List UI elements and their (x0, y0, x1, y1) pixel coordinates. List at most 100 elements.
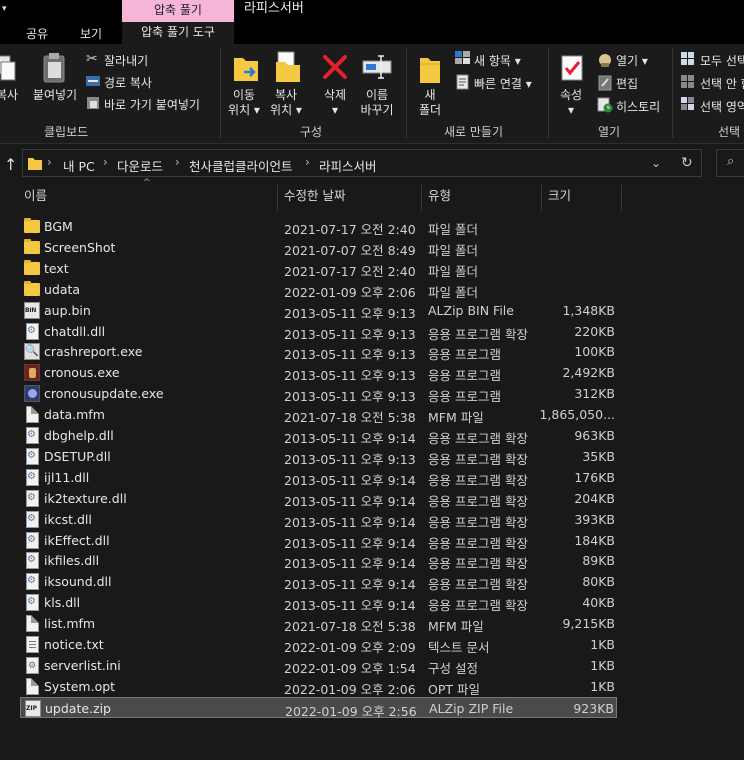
group-divider (672, 48, 673, 138)
file-type: 응용 프로그램 확장 (428, 451, 528, 467)
file-type: ALZip ZIP File (429, 700, 514, 716)
column-divider[interactable] (621, 185, 622, 211)
file-row[interactable]: ijl11.dll 2013-05-11 오후 9:14 응용 프로그램 확장 176… (20, 467, 617, 488)
paste-icon (43, 53, 65, 83)
folder-icon (24, 218, 40, 233)
tab-extract-tools[interactable]: 압축 풀기 도구 (122, 22, 234, 44)
breadcrumb-this-pc[interactable]: 내 PC (63, 156, 95, 175)
file-row[interactable]: dbghelp.dll 2013-05-11 오후 9:14 응용 프로그램 확장 9… (20, 425, 617, 446)
file-row[interactable]: list.mfm 2021-07-18 오전 5:38 MFM 파일 9,215KB (20, 613, 617, 634)
file-row[interactable]: kls.dll 2013-05-11 오후 9:14 응용 프로그램 확장 40KB (20, 592, 617, 613)
file-date: 2022-01-09 오후 1:54 (284, 660, 416, 676)
zip-file-icon (25, 699, 41, 717)
column-header-size[interactable]: 크기 (548, 185, 571, 209)
quick-access-caret[interactable]: ▾ (2, 4, 7, 14)
file-name: update.zip (45, 700, 111, 716)
column-divider[interactable] (421, 185, 422, 211)
rename-icon (362, 55, 392, 79)
file-row[interactable]: update.zip 2022-01-09 오후 2:56 ALZip ZIP Fi… (20, 696, 617, 719)
file-name: dbghelp.dll (44, 428, 114, 443)
file-type: 구성 설정 (428, 660, 478, 676)
tab-view[interactable]: 보기 (80, 25, 102, 42)
file-row[interactable]: System.opt 2022-01-09 오후 2:06 OPT 파일 1KB (20, 676, 617, 697)
file-date: 2013-05-11 오후 9:13 (284, 368, 416, 384)
file-row[interactable]: notice.txt 2022-01-09 오후 2:09 텍스트 문서 1KB (20, 634, 617, 655)
file-row[interactable]: ikEffect.dll 2013-05-11 오후 9:14 응용 프로그램 확장… (20, 530, 617, 551)
file-size: 100KB (574, 344, 615, 360)
new-item-label: 새 항목 ▾ (474, 54, 521, 68)
file-date: 2013-05-11 오후 9:13 (284, 347, 416, 363)
file-size: 220KB (574, 323, 615, 339)
folder-icon (28, 158, 42, 170)
tab-share[interactable]: 공유 (26, 25, 48, 42)
file-type: 텍스트 문서 (428, 640, 490, 655)
file-size: 89KB (582, 553, 615, 569)
file-icon (26, 677, 39, 695)
file-date: 2013-05-11 오후 9:14 (284, 535, 416, 551)
properties-label: 속성 ▾ (559, 88, 583, 117)
select-group-label: 선택 (718, 125, 741, 139)
file-type: OPT 파일 (428, 681, 480, 697)
file-size: 312KB (574, 386, 615, 402)
bin-file-icon (24, 301, 40, 319)
breadcrumb-separator: › (175, 155, 180, 169)
open-group-label: 열기 (598, 125, 621, 139)
search-input[interactable]: ⌕ (716, 149, 744, 177)
file-row[interactable]: ikfiles.dll 2013-05-11 오후 9:14 응용 프로그램 확장 8… (20, 550, 617, 571)
text-file-icon (26, 636, 39, 653)
file-size: 40KB (582, 595, 615, 611)
properties-icon (561, 55, 583, 81)
file-type: 파일 폴더 (428, 284, 478, 300)
file-row[interactable]: BGM 2021-07-17 오전 2:40 파일 폴더 (20, 216, 617, 237)
file-row[interactable]: udata 2022-01-09 오후 2:06 파일 폴더 (20, 279, 617, 300)
file-row[interactable]: cronousupdate.exe 2013-05-11 오후 9:13 응용 프로… (20, 383, 617, 404)
column-divider[interactable] (541, 185, 542, 211)
delete-icon (323, 55, 347, 79)
file-row[interactable]: ScreenShot 2021-07-07 오전 8:49 파일 폴더 (20, 237, 617, 258)
file-size: 1,865,050... (539, 407, 615, 423)
file-row[interactable]: text 2021-07-17 오전 2:40 파일 폴더 (20, 258, 617, 279)
breadcrumb-current[interactable]: 라피스서버 (319, 156, 377, 175)
column-divider[interactable] (277, 185, 278, 211)
file-row[interactable]: ik2texture.dll 2013-05-11 오후 9:14 응용 프로그램 … (20, 488, 617, 509)
window-title: 라피스서버 (244, 1, 304, 16)
file-row[interactable]: chatdll.dll 2013-05-11 오후 9:13 응용 프로그램 확장 2… (20, 321, 617, 342)
file-name: serverlist.ini (44, 657, 121, 673)
file-row[interactable]: serverlist.ini 2022-01-09 오후 1:54 구성 설정 1KB (20, 655, 617, 676)
file-type: 응용 프로그램 확장 (428, 472, 528, 488)
file-row[interactable]: crashreport.exe 2013-05-11 오후 9:13 응용 프로그램… (20, 341, 617, 362)
file-row[interactable]: aup.bin 2013-05-11 오후 9:13 ALZip BIN File 1… (20, 300, 617, 321)
move-to-label: 이동 위치 ▾ (228, 88, 260, 117)
chevron-down-icon[interactable]: ⌄ (651, 156, 661, 170)
file-row[interactable]: iksound.dll 2013-05-11 오후 9:14 응용 프로그램 확장 8… (20, 571, 617, 592)
file-type: 응용 프로그램 확장 (428, 556, 528, 572)
file-type: 응용 프로그램 확장 (428, 431, 528, 446)
copy-icon (0, 55, 16, 81)
file-date: 2021-07-17 오전 2:40 (284, 222, 416, 237)
column-header-name[interactable]: 이름 (24, 185, 47, 209)
file-row[interactable]: cronous.exe 2013-05-11 오후 9:13 응용 프로그램 2,49… (20, 362, 617, 383)
file-type: 파일 폴더 (428, 222, 478, 237)
file-row[interactable]: data.mfm 2021-07-18 오전 5:38 MFM 파일 1,865,05… (20, 404, 617, 425)
file-row[interactable]: DSETUP.dll 2013-05-11 오후 9:13 응용 프로그램 확장 35… (20, 446, 617, 467)
refresh-icon[interactable]: ↻ (681, 155, 693, 171)
file-type: 응용 프로그램 확장 (428, 514, 528, 530)
breadcrumb-client[interactable]: 천사클럽클라이언트 (189, 156, 293, 175)
breadcrumb-downloads[interactable]: 다운로드 (117, 156, 163, 175)
dll-file-icon (26, 552, 39, 570)
file-name: ScreenShot (44, 239, 116, 255)
file-size: 1KB (590, 657, 615, 673)
column-header-date[interactable]: 수정한 날짜 (284, 185, 345, 209)
file-date: 2022-01-09 오후 2:06 (284, 284, 416, 300)
up-arrow-icon[interactable]: ↑ (4, 155, 17, 174)
file-type: 응용 프로그램 확장 (428, 598, 528, 614)
ribbon: 복사 붙여넣기 ✂ 잘라내기 경로 복사 바로 가기 붙여넣기 클립보드 이동 … (0, 44, 744, 144)
address-bar[interactable]: › 내 PC › 다운로드 › 천사클럽클라이언트 › 라피스서버 ⌄ ↻ (22, 149, 702, 177)
easy-access-icon (456, 74, 469, 90)
history-label: 히스토리 (616, 100, 661, 114)
file-type: 응용 프로그램 (428, 389, 501, 405)
column-header-type[interactable]: 유형 (428, 185, 451, 209)
open-label: 열기 ▾ (616, 54, 648, 68)
new-folder-label: 새 폴더 (418, 88, 442, 117)
file-row[interactable]: ikcst.dll 2013-05-11 오후 9:14 응용 프로그램 확장 393… (20, 509, 617, 530)
